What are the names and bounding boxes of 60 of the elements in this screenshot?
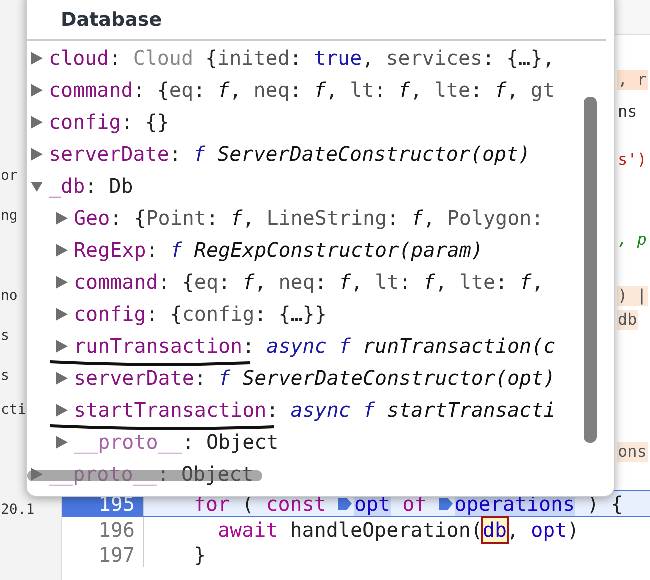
property-value: : Db — [85, 174, 134, 198]
caret-right-icon[interactable] — [56, 436, 68, 448]
property-value: : async f runTransaction(c — [242, 334, 556, 358]
code-fragment: cti — [1, 401, 26, 420]
caret-right-icon[interactable] — [31, 116, 43, 128]
property-value: : {Point: f, LineString: f, Polygon: — [110, 206, 544, 230]
property-name: config — [49, 110, 122, 134]
property-value: : f ServerDateConstructor(opt) — [169, 142, 531, 166]
property-name: Geo — [74, 206, 110, 230]
caret-right-icon[interactable] — [56, 212, 68, 224]
property-value: : {eq: f, neq: f, lt: f, lte: f, — [158, 270, 544, 294]
property-name: __proto__ — [74, 430, 182, 454]
property-value: : Object — [182, 430, 279, 454]
code-fragment: s') — [617, 150, 648, 170]
caret-right-icon[interactable] — [31, 148, 43, 160]
property-value: : async f startTransacti — [266, 398, 556, 422]
property-value: : {eq: f, neq: f, lt: f, lte: f, gt — [133, 78, 555, 102]
line-number[interactable]: 197 — [62, 542, 144, 567]
code-fragment: s — [1, 367, 10, 386]
caret-right-icon[interactable] — [56, 244, 68, 256]
property-name: cloud — [49, 46, 110, 70]
popover-title: Database — [61, 9, 164, 33]
property-name: RegExp — [74, 238, 146, 262]
caret-right-icon[interactable] — [31, 84, 43, 96]
property-value: : {config: {…}} — [146, 302, 327, 326]
property-value: : f RegExpConstructor(param) — [146, 238, 484, 262]
line-number[interactable]: 196 — [62, 517, 144, 542]
code-fragment: db — [617, 310, 638, 330]
property-name: _db — [49, 174, 86, 198]
caret-right-icon[interactable] — [56, 340, 68, 352]
property-name: runTransaction — [74, 334, 243, 358]
property-value: : {} — [121, 110, 170, 134]
property-name: config — [74, 302, 146, 326]
caret-right-icon[interactable] — [56, 372, 68, 384]
code-fragment: 20.1 — [1, 501, 35, 520]
property-value: : f ServerDateConstructor(opt) — [194, 366, 556, 390]
code-fragment: or — [1, 167, 18, 186]
code-fragment: ) | — [617, 286, 648, 306]
caret-right-icon[interactable] — [31, 52, 43, 64]
code-fragment: ng — [1, 207, 18, 226]
property-value: : Cloud {inited: true, services: {…}, — [109, 46, 555, 70]
caret-right-icon[interactable] — [56, 404, 68, 416]
property-name: command — [74, 270, 158, 294]
code-line: await handleOperation(db, opt) — [217, 518, 580, 542]
code-fragment: no — [1, 287, 18, 306]
property-name: command — [49, 78, 134, 102]
code-line: } — [193, 542, 206, 566]
code-fragment: ns — [617, 102, 638, 122]
code-fragment: , r — [617, 70, 648, 90]
code-fragment: , p — [617, 230, 648, 250]
property-name: startTransaction — [74, 398, 267, 422]
code-fragment: s — [1, 327, 10, 346]
code-fragment: ons — [617, 442, 648, 462]
caret-right-icon[interactable] — [56, 276, 68, 288]
caret-right-icon[interactable] — [31, 468, 43, 480]
property-name: serverDate — [49, 142, 170, 166]
scrollbar[interactable] — [584, 97, 597, 443]
property-name: serverDate — [74, 366, 194, 390]
caret-down-icon[interactable] — [31, 180, 43, 192]
caret-right-icon[interactable] — [56, 308, 68, 320]
